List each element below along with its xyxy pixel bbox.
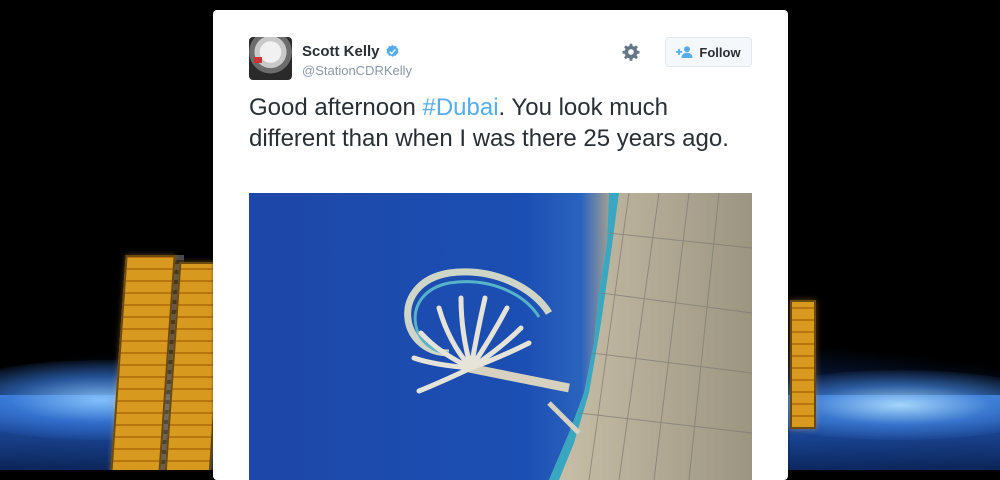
- author-info: Scott Kelly @StationCDRKelly: [302, 43, 412, 78]
- palm-island-satellite-image: [404, 193, 752, 480]
- add-user-icon: [676, 46, 693, 58]
- author-handle[interactable]: @StationCDRKelly: [302, 63, 412, 78]
- flag-patch-icon: [254, 57, 262, 63]
- tweet-text: Good afternoon #Dubai. You look much dif…: [249, 92, 749, 154]
- verified-badge-icon: [386, 44, 399, 57]
- tweet-photo[interactable]: [249, 193, 752, 480]
- author-avatar[interactable]: [249, 37, 292, 80]
- hashtag-link[interactable]: #Dubai: [422, 94, 498, 121]
- author-display-name[interactable]: Scott Kelly: [302, 43, 380, 60]
- tweet-header: Scott Kelly @StationCDRKelly Follow: [249, 37, 752, 83]
- follow-button[interactable]: Follow: [665, 37, 752, 67]
- follow-button-label: Follow: [699, 44, 741, 60]
- gear-icon[interactable]: [622, 43, 640, 61]
- tweet-card: Scott Kelly @StationCDRKelly Follow Good…: [213, 10, 788, 480]
- tweet-text-prefix: Good afternoon: [249, 94, 423, 121]
- iss-solar-panel-right: [790, 300, 816, 429]
